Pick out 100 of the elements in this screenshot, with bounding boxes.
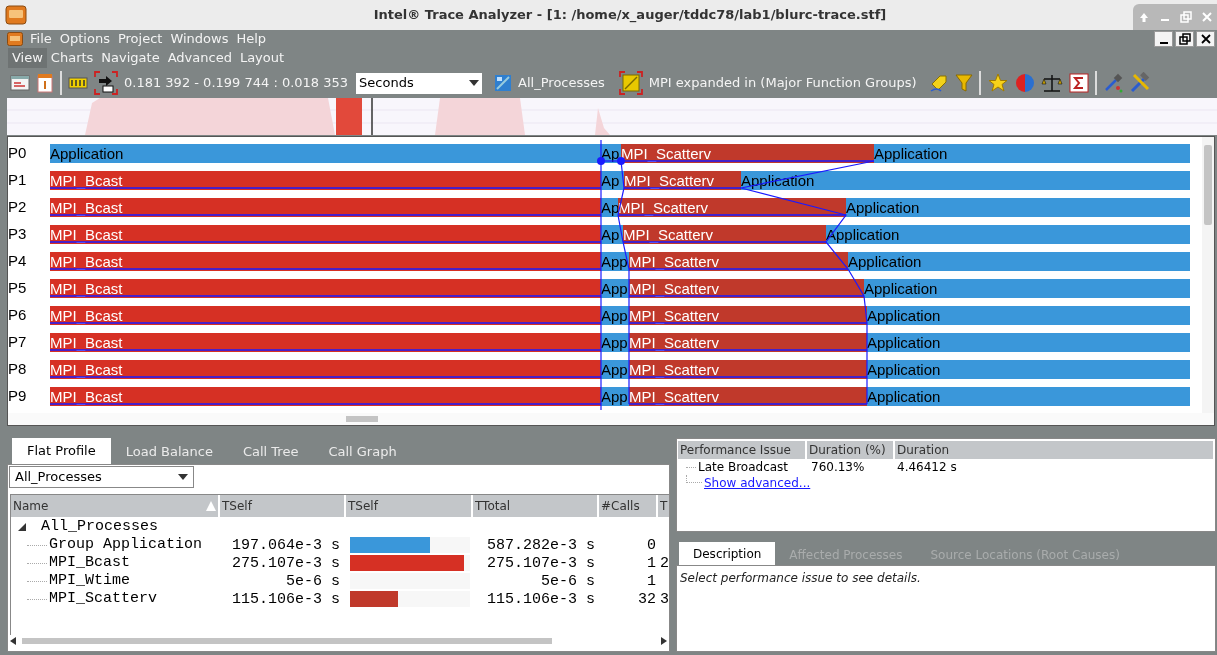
tree-node-label[interactable]: All_Processes	[41, 518, 159, 536]
table-cell: 760.13%	[811, 460, 865, 474]
tree-node-label[interactable]: Group Application	[49, 536, 203, 554]
table-cell: 2	[660, 555, 669, 572]
process-label: P5	[8, 278, 28, 297]
star-icon[interactable]	[986, 72, 1009, 94]
table-cell: 3	[660, 591, 669, 608]
table-cell: 115.106e-3 s	[231, 591, 340, 608]
process-label: P6	[8, 305, 28, 324]
scroll-right-icon[interactable]	[661, 637, 667, 645]
caret-icon	[469, 80, 480, 86]
process-label: P7	[8, 332, 28, 351]
scrollbar-thumb[interactable]	[346, 416, 378, 422]
column-header[interactable]: Performance Issue	[678, 441, 807, 459]
info-icon[interactable]	[36, 73, 54, 93]
application-bar[interactable]: App	[601, 279, 629, 298]
table-cell: 4.46412 s	[897, 460, 957, 474]
process-label: P0	[8, 143, 28, 162]
table-cell[interactable]: Late Broadcast	[698, 458, 789, 476]
menu-item[interactable]: File	[26, 29, 56, 49]
time-range-text: 0.181 392 - 0.199 744 : 0.018 353	[124, 74, 349, 93]
process-group-icon[interactable]	[494, 74, 513, 92]
tree-node-label[interactable]: MPI_Scatterv	[49, 590, 158, 608]
application-bar[interactable]: Application	[826, 225, 1190, 244]
menu-item[interactable]: View	[8, 48, 47, 68]
menu-item[interactable]: Layout	[235, 48, 289, 68]
table-cell: 32	[638, 591, 656, 608]
up-arrow-icon[interactable]	[1137, 11, 1150, 23]
process-label: P1	[8, 170, 28, 189]
scroll-left-icon[interactable]	[10, 637, 16, 645]
tools-icon[interactable]	[1128, 72, 1151, 94]
caret-icon	[178, 474, 188, 480]
menu-item[interactable]: Charts	[46, 48, 98, 68]
column-header[interactable]: TSelf	[346, 495, 473, 517]
film-icon[interactable]	[68, 76, 88, 90]
column-header[interactable]: Duration (%)	[807, 441, 895, 459]
filter-icon[interactable]	[954, 73, 973, 93]
table-cell: 5e-6 s	[541, 573, 595, 590]
application-bar[interactable]: Application	[848, 252, 1190, 271]
column-header[interactable]: Name	[11, 495, 220, 517]
application-bar[interactable]: Application	[867, 333, 1190, 352]
app-logo-icon	[7, 32, 23, 46]
column-header[interactable]: Duration	[895, 441, 1215, 459]
tag-icon[interactable]	[928, 73, 949, 93]
process-label: P4	[8, 251, 28, 270]
application-bar[interactable]: App	[601, 333, 629, 352]
table-cell: 5e-6 s	[286, 573, 340, 590]
balance-scale-icon[interactable]	[1040, 73, 1063, 93]
table-cell: 197.064e-3 s	[231, 537, 340, 554]
application-bar[interactable]: App	[601, 360, 629, 379]
column-header[interactable]: TTotal	[473, 495, 599, 517]
tree-node-label[interactable]: MPI_Wtime	[49, 572, 130, 590]
scrollbar-thumb[interactable]	[22, 638, 552, 644]
process-label: P9	[8, 386, 28, 405]
process-label: P2	[8, 197, 28, 216]
sigma-icon[interactable]	[1068, 73, 1089, 93]
function-group-icon[interactable]	[618, 71, 643, 95]
application-bar[interactable]: Application	[867, 360, 1190, 379]
tab[interactable]: Flat Profile	[12, 438, 111, 464]
export-arrow-icon[interactable]	[94, 71, 118, 95]
function-grouping-text[interactable]: MPI expanded in (Major Function Groups)	[648, 73, 917, 93]
table-cell: 1	[647, 573, 656, 590]
column-header[interactable]: T	[658, 495, 669, 517]
menu-item[interactable]: Windows	[166, 29, 233, 49]
tab[interactable]: Description	[679, 542, 776, 565]
window-title: Intel® Trace Analyzer - [1: /home/x_auger/tddc78/lab1/blurc-trace.stf]	[372, 6, 888, 25]
application-bar[interactable]: Application	[864, 279, 1190, 298]
column-header[interactable]: #Calls	[599, 495, 658, 517]
table-cell: 0	[647, 537, 656, 554]
menu-item[interactable]: Advanced	[163, 48, 236, 68]
process-label: P8	[8, 359, 28, 378]
description-text: Select performance issue to see details.	[680, 570, 922, 587]
menu-item[interactable]: Help	[232, 29, 271, 49]
scrollbar-thumb[interactable]	[1204, 145, 1212, 225]
application-bar[interactable]: Application	[741, 171, 1190, 190]
process-group-text[interactable]: All_Processes	[518, 73, 605, 93]
application-bar[interactable]: Application	[874, 144, 1190, 163]
table-cell: 275.107e-3 s	[486, 555, 595, 572]
tree-node-label[interactable]: MPI_Bcast	[49, 554, 130, 572]
show-advanced-link[interactable]: Show advanced...	[704, 474, 811, 492]
process-label: P3	[8, 224, 28, 243]
application-bar[interactable]: Application	[867, 387, 1190, 406]
table-cell: 275.107e-3 s	[231, 555, 340, 572]
table-cell: 115.106e-3 s	[486, 591, 595, 608]
application-bar[interactable]: App	[601, 387, 629, 406]
application-bar[interactable]: Application	[846, 198, 1190, 217]
column-header[interactable]: TSelf	[220, 495, 346, 517]
application-bar[interactable]: App	[601, 306, 629, 325]
menu-item[interactable]: Project	[113, 29, 167, 49]
menu-item[interactable]: Options	[55, 29, 114, 49]
process-filter-dropdown[interactable]: All_Processes	[9, 466, 194, 488]
chart-window-icon[interactable]	[10, 74, 30, 92]
application-bar[interactable]: Application	[50, 144, 601, 163]
menu-item[interactable]: Navigate	[97, 48, 164, 68]
table-cell: 587.282e-3 s	[486, 537, 595, 554]
app-logo-icon	[5, 5, 27, 25]
vertical-scrollbar[interactable]	[1202, 137, 1214, 413]
unit-dropdown[interactable]: Seconds	[356, 72, 483, 94]
application-bar[interactable]: Application	[867, 306, 1190, 325]
expand-toggle-icon[interactable]	[17, 522, 27, 532]
